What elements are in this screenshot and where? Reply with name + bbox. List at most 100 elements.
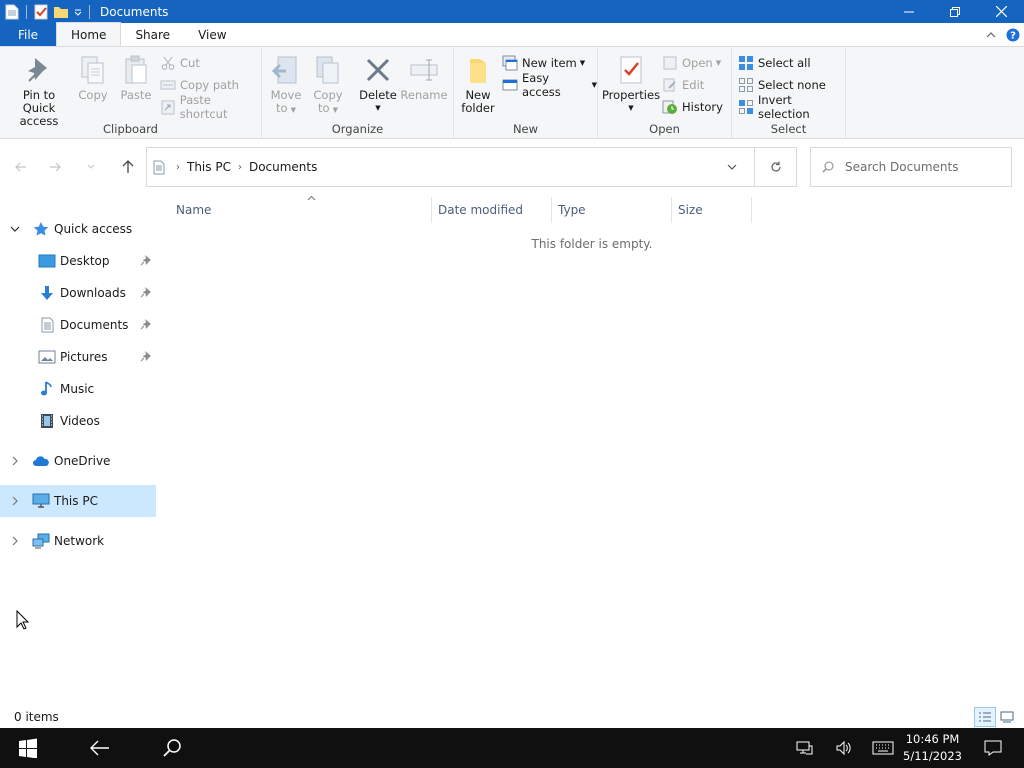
tab-share[interactable]: Share xyxy=(121,23,184,46)
delete-button[interactable]: Delete ▼ xyxy=(358,53,398,115)
nav-documents[interactable]: Documents xyxy=(0,309,156,341)
large-icons-view-button[interactable] xyxy=(996,707,1018,727)
paste-button[interactable]: Paste xyxy=(118,53,154,102)
back-arrow-button[interactable] xyxy=(80,728,120,768)
recent-locations-chevron-icon[interactable] xyxy=(80,156,102,178)
column-name-label: Name xyxy=(176,203,212,217)
ribbon-tabs: File Home Share View ? xyxy=(0,22,1024,46)
copy-path-button[interactable]: Copy path xyxy=(160,75,239,95)
nav-videos[interactable]: Videos xyxy=(0,405,156,437)
select-all-button[interactable]: Select all xyxy=(738,53,811,73)
desktop-icon xyxy=(38,252,56,270)
properties-icon xyxy=(615,53,647,87)
easy-access-icon xyxy=(502,77,518,93)
network-status-icon[interactable] xyxy=(792,728,816,768)
open-button[interactable]: Open ▼ xyxy=(662,53,721,73)
forward-button[interactable] xyxy=(44,156,66,178)
tab-home[interactable]: Home xyxy=(56,22,122,46)
sort-ascending-icon xyxy=(307,194,316,204)
nav-pictures[interactable]: Pictures xyxy=(0,341,156,373)
address-history-dropdown-icon[interactable] xyxy=(720,148,744,186)
history-button[interactable]: History xyxy=(662,97,723,117)
column-header-size[interactable]: Size xyxy=(672,197,752,223)
move-to-button[interactable]: Move to ▼ xyxy=(268,53,304,117)
tab-file[interactable]: File xyxy=(0,23,56,46)
easy-access-caret-icon: ▼ xyxy=(591,81,597,89)
pin-icon[interactable] xyxy=(140,254,152,266)
file-list[interactable]: Name Date modified Type Size This folder… xyxy=(160,195,1024,705)
cut-button[interactable]: Cut xyxy=(160,53,200,73)
properties-button[interactable]: Properties ▼ xyxy=(602,53,660,115)
search-taskbar-button[interactable] xyxy=(152,728,192,768)
collapse-ribbon-icon[interactable] xyxy=(980,31,1002,39)
details-view-button[interactable] xyxy=(974,707,996,727)
invert-selection-label: Invert selection xyxy=(758,93,810,121)
up-button[interactable] xyxy=(117,156,139,178)
address-bar[interactable]: › This PC › Documents xyxy=(146,147,797,187)
collapsed-chevron-icon[interactable] xyxy=(8,536,22,546)
search-icon xyxy=(163,739,181,757)
nav-this-pc[interactable]: This PC xyxy=(0,485,156,517)
new-item-icon xyxy=(502,55,518,71)
keyboard-icon[interactable] xyxy=(870,728,896,768)
edit-button[interactable]: Edit xyxy=(662,75,704,95)
nav-label: Desktop xyxy=(60,254,110,268)
clipboard-group: Pin to Quick access Copy Paste Cut Copy … xyxy=(0,47,262,139)
collapsed-chevron-icon[interactable] xyxy=(8,456,22,466)
column-header-name[interactable]: Name xyxy=(170,194,432,223)
invert-selection-button[interactable]: Invert selection xyxy=(738,93,845,121)
nav-desktop[interactable]: Desktop xyxy=(0,245,156,277)
taskbar-clock[interactable]: 10:46 PM 5/11/2023 xyxy=(903,731,962,765)
search-box[interactable] xyxy=(810,147,1012,187)
qat-dropdown-icon[interactable] xyxy=(71,2,85,22)
new-item-caret-icon: ▼ xyxy=(579,59,586,67)
open-icon xyxy=(662,55,678,71)
new-item-button[interactable]: New item ▼ xyxy=(502,53,585,73)
nav-music[interactable]: Music xyxy=(0,373,156,405)
film-strip-icon xyxy=(38,412,56,430)
nav-network[interactable]: Network xyxy=(0,525,156,557)
expanded-chevron-icon[interactable] xyxy=(8,226,22,232)
new-folder-button[interactable]: New folder xyxy=(460,53,496,115)
copy-to-button[interactable]: Copy to ▼ xyxy=(310,53,346,117)
column-header-type[interactable]: Type xyxy=(552,197,672,223)
help-icon[interactable]: ? xyxy=(1002,28,1024,42)
easy-access-button[interactable]: Easy access ▼ xyxy=(502,71,597,99)
pin-to-quick-access-button[interactable]: Pin to Quick access xyxy=(6,53,72,128)
back-button[interactable] xyxy=(10,156,32,178)
pin-icon[interactable] xyxy=(140,350,152,362)
column-header-date-modified[interactable]: Date modified xyxy=(432,197,552,223)
open-group-label: Open xyxy=(649,122,680,136)
new-folder-icon[interactable] xyxy=(51,2,71,22)
rename-button[interactable]: Rename xyxy=(400,53,448,102)
nav-downloads[interactable]: Downloads xyxy=(0,277,156,309)
document-icon xyxy=(38,316,56,334)
minimize-button[interactable] xyxy=(886,0,932,23)
copy-button[interactable]: Copy xyxy=(76,53,110,102)
refresh-button[interactable] xyxy=(754,148,796,186)
pin-label-line1: Pin to Quick xyxy=(22,88,56,115)
properties-checkmark-icon[interactable] xyxy=(31,2,51,22)
window-title: Documents xyxy=(100,4,169,19)
collapsed-chevron-icon[interactable] xyxy=(8,496,22,506)
breadcrumb-documents[interactable]: Documents xyxy=(249,160,317,174)
notification-center-icon[interactable] xyxy=(980,728,1006,768)
search-input[interactable] xyxy=(845,160,1005,174)
pin-icon[interactable] xyxy=(140,318,152,330)
properties-caret-icon: ▼ xyxy=(628,104,634,112)
volume-icon[interactable] xyxy=(832,728,856,768)
select-none-button[interactable]: Select none xyxy=(738,75,826,95)
restore-button[interactable] xyxy=(932,0,978,23)
delete-x-icon xyxy=(362,53,394,87)
nav-quick-access[interactable]: Quick access xyxy=(0,213,156,245)
start-button[interactable] xyxy=(0,728,56,768)
pin-icon[interactable] xyxy=(140,286,152,298)
nav-label: Pictures xyxy=(60,350,108,364)
document-icon[interactable] xyxy=(2,2,22,22)
svg-text:?: ? xyxy=(1010,30,1016,41)
close-button[interactable] xyxy=(978,0,1024,23)
nav-onedrive[interactable]: OneDrive xyxy=(0,445,156,477)
tab-view[interactable]: View xyxy=(184,23,240,46)
paste-shortcut-button[interactable]: Paste shortcut xyxy=(160,93,261,121)
breadcrumb-this-pc[interactable]: This PC xyxy=(187,160,231,174)
